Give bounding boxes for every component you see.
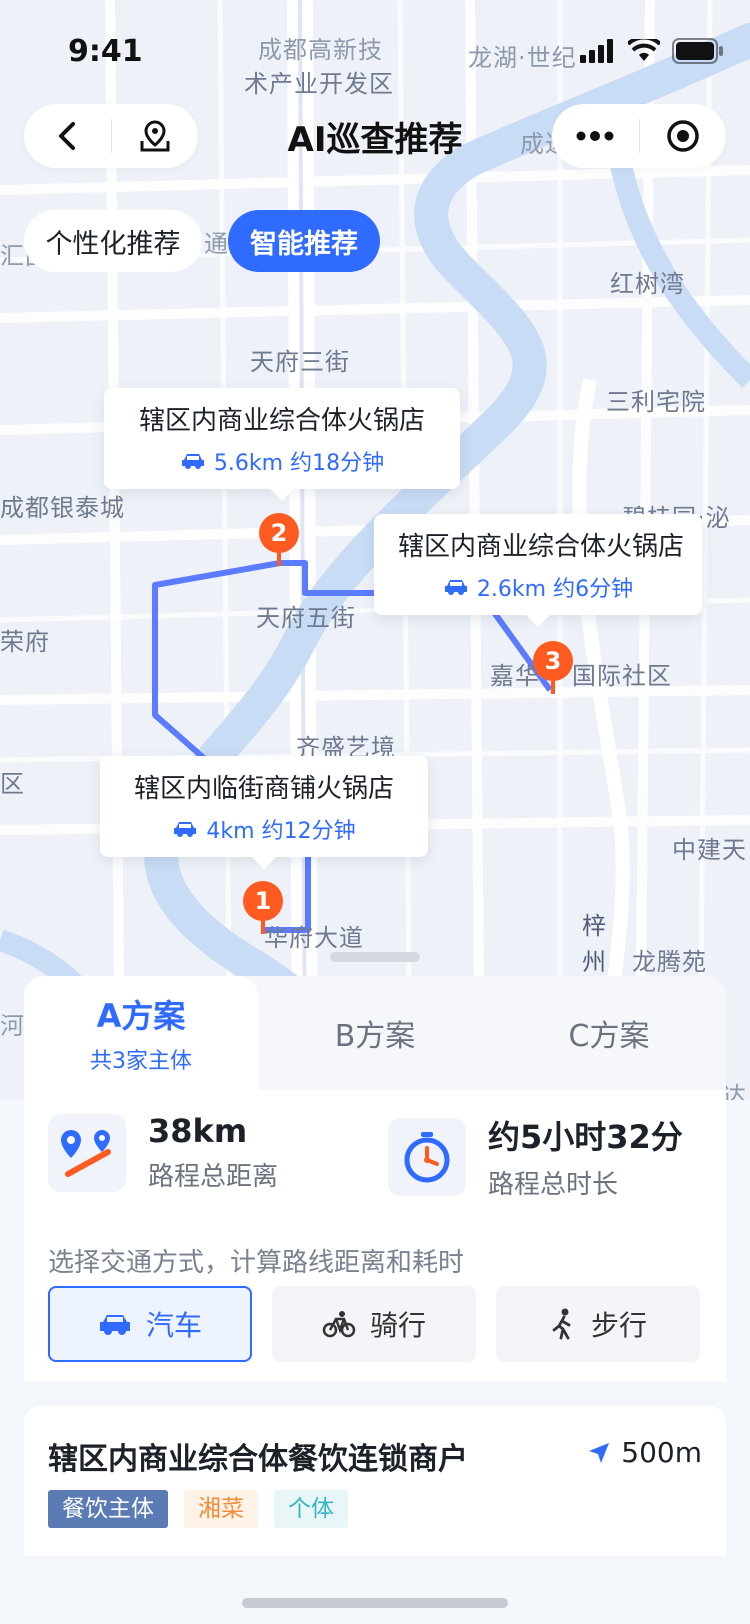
mode-walk-button[interactable]: 步行 <box>496 1286 700 1362</box>
stop-distance-time: 2.6km 约6分钟 <box>476 577 634 602</box>
tag-badge: 个体 <box>274 1490 348 1528</box>
route-summary-panel: 38km 路程总距离 约5小时32分 路程总时长 选择交通方式，计算路线距离和耗… <box>24 1090 726 1382</box>
map-label: 州 <box>582 948 607 976</box>
smart-recommend-toggle[interactable]: 智能推荐 <box>228 210 380 272</box>
map-label: 河 <box>0 1012 25 1040</box>
total-distance: 38km 路程总距离 <box>48 1112 278 1193</box>
car-icon <box>181 454 204 469</box>
map-pin-outline-icon <box>140 120 170 152</box>
map-location-button[interactable] <box>112 104 199 168</box>
map-label: 天府三街 <box>250 348 350 376</box>
mini-program-capsule <box>552 104 726 168</box>
more-dots-icon <box>576 131 614 141</box>
stopwatch-icon <box>404 1131 450 1182</box>
chevron-left-icon <box>59 122 76 150</box>
duration-value: 约5小时32分 <box>488 1118 683 1156</box>
plan-tabs: A方案 共3家主体 B方案 C方案 <box>24 976 726 1090</box>
map-label: 天府五街 <box>256 604 356 632</box>
poi-distance: 500m <box>587 1436 702 1469</box>
car-icon <box>99 1315 130 1335</box>
wifi-icon <box>628 39 660 61</box>
battery-icon <box>672 38 723 64</box>
transport-hint: 选择交通方式，计算路线距离和耗时 <box>48 1248 465 1278</box>
stop-distance-time: 5.6km 约18分钟 <box>213 451 385 476</box>
poi-tags: 餐饮主体 湘菜 个体 <box>48 1490 348 1528</box>
target-circle-icon <box>667 120 699 152</box>
stop-name: 辖区内商业综合体火锅店 <box>138 406 425 436</box>
tab-plan-c[interactable]: C方案 <box>492 976 726 1090</box>
back-button[interactable] <box>24 104 111 168</box>
map-label: 区 <box>0 770 25 798</box>
route-distance-icon <box>61 1129 111 1177</box>
map-label: 龙腾苑 <box>632 948 707 976</box>
poi-name: 辖区内商业综合体餐饮连锁商户 <box>48 1442 468 1477</box>
pin-number: 1 <box>254 887 272 915</box>
stop-name: 辖区内临街商铺火锅店 <box>133 774 394 804</box>
tag-badge: 湘菜 <box>184 1490 258 1528</box>
bike-icon <box>322 1311 356 1338</box>
transport-mode-selector: 汽车 骑行 步行 <box>48 1286 700 1362</box>
signal-icon <box>580 39 613 63</box>
page-title: AI巡查推荐 <box>287 120 463 160</box>
walk-icon <box>552 1308 571 1340</box>
pin-number: 2 <box>270 519 288 547</box>
route-stop-callout[interactable]: 辖区内商业综合体火锅店 2.6km 约6分钟 <box>374 514 702 627</box>
route-stop-callout[interactable]: 辖区内商业综合体火锅店 5.6km 约18分钟 <box>104 388 460 501</box>
close-miniprogram-button[interactable] <box>640 104 727 168</box>
stop-name: 辖区内商业综合体火锅店 <box>398 532 685 562</box>
mode-car-button[interactable]: 汽车 <box>48 1286 252 1362</box>
distance-label: 路程总距离 <box>148 1162 279 1192</box>
more-button[interactable] <box>552 104 639 168</box>
tab-plan-a[interactable]: A方案 共3家主体 <box>24 976 258 1090</box>
route-pin-1[interactable]: 1 <box>242 880 284 934</box>
distance-value: 38km <box>148 1112 248 1150</box>
map-label: 红树湾 <box>610 270 685 298</box>
pin-number: 3 <box>544 647 562 675</box>
route-pin-3[interactable]: 3 <box>532 640 574 694</box>
map-label: 通 <box>204 230 229 258</box>
total-duration: 约5小时32分 路程总时长 <box>388 1112 683 1201</box>
map-label: 国际社区 <box>572 662 672 690</box>
home-indicator[interactable] <box>242 1598 508 1608</box>
route-pin-2[interactable]: 2 <box>258 512 300 566</box>
poi-card[interactable]: 辖区内商业综合体餐饮连锁商户 500m 餐饮主体 湘菜 个体 <box>24 1406 726 1556</box>
tab-plan-b[interactable]: B方案 <box>258 976 492 1090</box>
tag-badge: 餐饮主体 <box>48 1490 168 1528</box>
car-icon <box>444 580 467 595</box>
status-time: 9:41 <box>68 34 143 69</box>
navigation-arrow-icon <box>589 1442 610 1463</box>
map-label: 三利宅院 <box>606 388 706 416</box>
map-label: 梓 <box>582 912 607 940</box>
map-label: 成都银泰城 <box>0 494 125 522</box>
personalized-recommend-toggle[interactable]: 个性化推荐 <box>24 210 202 272</box>
map-label: 荣府 <box>0 628 50 656</box>
route-stop-callout[interactable]: 辖区内临街商铺火锅店 4km 约12分钟 <box>100 756 428 869</box>
mode-bike-button[interactable]: 骑行 <box>272 1286 476 1362</box>
map-label: 中建天 <box>672 836 747 864</box>
sheet-drag-handle[interactable] <box>330 952 420 962</box>
nav-left-capsule <box>24 104 198 168</box>
car-icon <box>174 822 197 837</box>
duration-label: 路程总时长 <box>488 1170 619 1200</box>
stop-distance-time: 4km 约12分钟 <box>206 819 356 844</box>
status-bar: 9:41 <box>0 0 750 88</box>
